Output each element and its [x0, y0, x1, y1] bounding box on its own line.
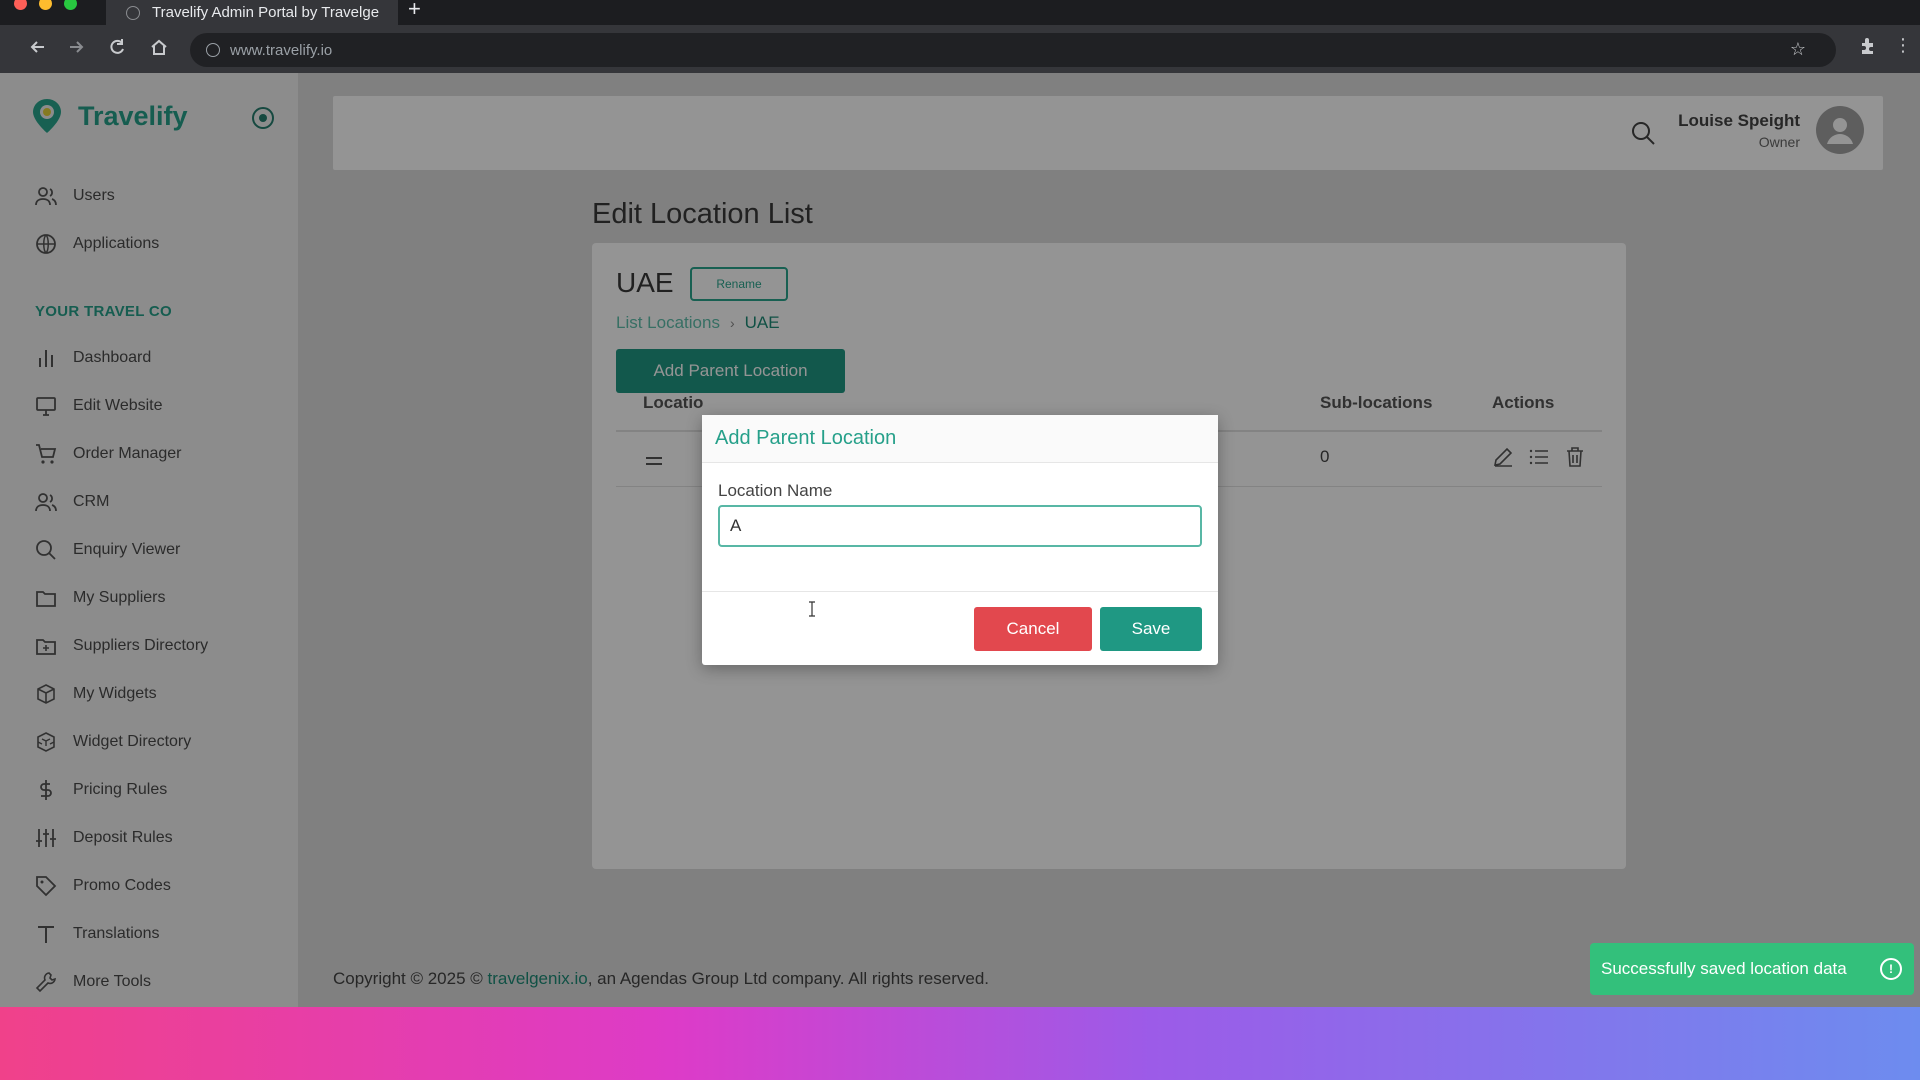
- maximize-window-button[interactable]: [64, 0, 77, 10]
- globe-icon: [126, 5, 140, 20]
- save-button[interactable]: Save: [1100, 607, 1202, 651]
- url-text: www.travelify.io: [230, 41, 333, 59]
- minimize-window-button[interactable]: [39, 0, 52, 10]
- dialog-footer-divider: [702, 591, 1218, 592]
- forward-icon[interactable]: [62, 33, 90, 61]
- decorative-gradient-bar: [0, 1007, 1920, 1080]
- location-name-label: Location Name: [718, 481, 833, 500]
- browser-titlebar: Travelify Admin Portal by Travelge +: [0, 0, 1920, 25]
- address-bar[interactable]: www.travelify.io ☆: [190, 33, 1836, 67]
- dialog-title: Add Parent Location: [715, 427, 897, 449]
- site-info-icon[interactable]: [206, 43, 220, 57]
- reload-icon[interactable]: [103, 33, 131, 61]
- close-window-button[interactable]: [14, 0, 27, 10]
- browser-menu-icon[interactable]: ⋮: [1894, 35, 1912, 56]
- info-circle-icon[interactable]: !: [1880, 958, 1902, 980]
- dialog-header: Add Parent Location: [702, 415, 1218, 463]
- home-icon[interactable]: [145, 33, 173, 61]
- success-toast[interactable]: Successfully saved location data !: [1590, 943, 1914, 995]
- browser-tab[interactable]: Travelify Admin Portal by Travelge: [106, 0, 398, 25]
- back-icon[interactable]: [24, 33, 52, 61]
- bookmark-star-icon[interactable]: ☆: [1790, 39, 1806, 60]
- location-name-input[interactable]: [718, 505, 1202, 547]
- browser-toolbar: www.travelify.io ☆ ⋮: [0, 25, 1920, 73]
- cancel-button[interactable]: Cancel: [974, 607, 1092, 651]
- new-tab-button[interactable]: +: [408, 0, 421, 22]
- tab-title: Travelify Admin Portal by Travelge: [152, 4, 380, 21]
- extensions-icon[interactable]: [1858, 36, 1880, 58]
- add-parent-location-dialog: Add Parent Location Location Name Cancel…: [702, 415, 1218, 665]
- app-viewport: Travelify Users Applications YOUR TRAVEL…: [0, 73, 1920, 1007]
- text-cursor-icon: [808, 601, 816, 617]
- toast-message: Successfully saved location data: [1601, 959, 1847, 978]
